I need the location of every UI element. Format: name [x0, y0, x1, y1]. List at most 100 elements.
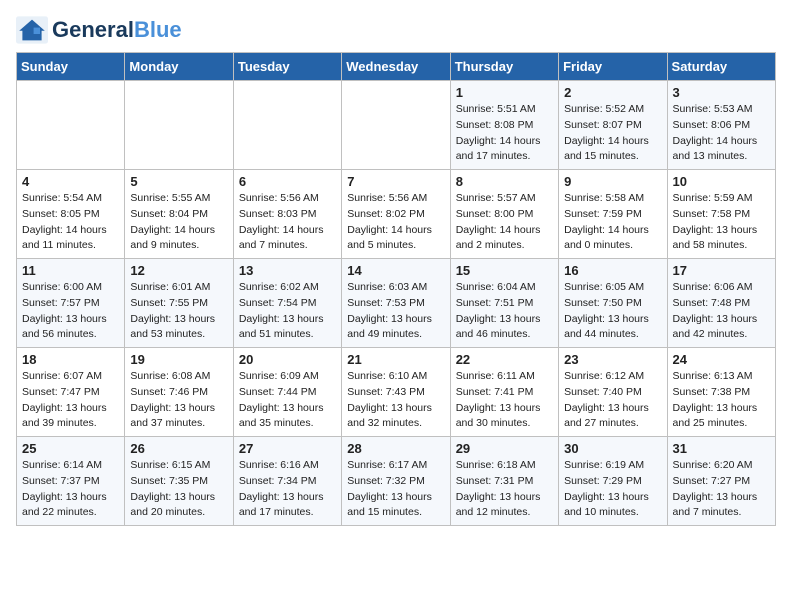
day-number: 20	[239, 352, 336, 367]
day-info: Sunrise: 5:59 AMSunset: 7:58 PMDaylight:…	[673, 191, 770, 254]
day-number: 26	[130, 441, 227, 456]
day-number: 17	[673, 263, 770, 278]
day-number: 6	[239, 174, 336, 189]
calendar-cell: 8 Sunrise: 5:57 AMSunset: 8:00 PMDayligh…	[450, 170, 558, 259]
day-info: Sunrise: 6:11 AMSunset: 7:41 PMDaylight:…	[456, 369, 553, 432]
day-info: Sunrise: 6:03 AMSunset: 7:53 PMDaylight:…	[347, 280, 444, 343]
day-info: Sunrise: 5:53 AMSunset: 8:06 PMDaylight:…	[673, 102, 770, 165]
day-number: 12	[130, 263, 227, 278]
calendar-week-row: 1 Sunrise: 5:51 AMSunset: 8:08 PMDayligh…	[17, 81, 776, 170]
day-number: 3	[673, 85, 770, 100]
day-info: Sunrise: 6:10 AMSunset: 7:43 PMDaylight:…	[347, 369, 444, 432]
calendar-cell: 18 Sunrise: 6:07 AMSunset: 7:47 PMDaylig…	[17, 348, 125, 437]
day-info: Sunrise: 5:51 AMSunset: 8:08 PMDaylight:…	[456, 102, 553, 165]
calendar-cell	[233, 81, 341, 170]
day-number: 5	[130, 174, 227, 189]
weekday-header-tuesday: Tuesday	[233, 53, 341, 81]
calendar-cell: 28 Sunrise: 6:17 AMSunset: 7:32 PMDaylig…	[342, 437, 450, 526]
day-info: Sunrise: 5:56 AMSunset: 8:03 PMDaylight:…	[239, 191, 336, 254]
calendar-cell: 10 Sunrise: 5:59 AMSunset: 7:58 PMDaylig…	[667, 170, 775, 259]
weekday-header-sunday: Sunday	[17, 53, 125, 81]
day-info: Sunrise: 6:16 AMSunset: 7:34 PMDaylight:…	[239, 458, 336, 521]
day-number: 2	[564, 85, 661, 100]
day-info: Sunrise: 6:02 AMSunset: 7:54 PMDaylight:…	[239, 280, 336, 343]
calendar-cell: 9 Sunrise: 5:58 AMSunset: 7:59 PMDayligh…	[559, 170, 667, 259]
weekday-header-saturday: Saturday	[667, 53, 775, 81]
day-info: Sunrise: 6:09 AMSunset: 7:44 PMDaylight:…	[239, 369, 336, 432]
calendar-cell: 1 Sunrise: 5:51 AMSunset: 8:08 PMDayligh…	[450, 81, 558, 170]
logo-icon	[16, 16, 48, 44]
weekday-header-wednesday: Wednesday	[342, 53, 450, 81]
calendar-cell: 13 Sunrise: 6:02 AMSunset: 7:54 PMDaylig…	[233, 259, 341, 348]
day-info: Sunrise: 6:00 AMSunset: 7:57 PMDaylight:…	[22, 280, 119, 343]
calendar-table: SundayMondayTuesdayWednesdayThursdayFrid…	[16, 52, 776, 526]
day-number: 11	[22, 263, 119, 278]
day-number: 19	[130, 352, 227, 367]
day-info: Sunrise: 6:05 AMSunset: 7:50 PMDaylight:…	[564, 280, 661, 343]
day-info: Sunrise: 5:55 AMSunset: 8:04 PMDaylight:…	[130, 191, 227, 254]
calendar-cell: 5 Sunrise: 5:55 AMSunset: 8:04 PMDayligh…	[125, 170, 233, 259]
day-number: 13	[239, 263, 336, 278]
calendar-cell: 16 Sunrise: 6:05 AMSunset: 7:50 PMDaylig…	[559, 259, 667, 348]
calendar-cell: 12 Sunrise: 6:01 AMSunset: 7:55 PMDaylig…	[125, 259, 233, 348]
calendar-cell: 6 Sunrise: 5:56 AMSunset: 8:03 PMDayligh…	[233, 170, 341, 259]
day-number: 24	[673, 352, 770, 367]
day-number: 1	[456, 85, 553, 100]
calendar-cell: 17 Sunrise: 6:06 AMSunset: 7:48 PMDaylig…	[667, 259, 775, 348]
day-info: Sunrise: 6:06 AMSunset: 7:48 PMDaylight:…	[673, 280, 770, 343]
calendar-cell: 19 Sunrise: 6:08 AMSunset: 7:46 PMDaylig…	[125, 348, 233, 437]
calendar-cell	[125, 81, 233, 170]
day-info: Sunrise: 6:07 AMSunset: 7:47 PMDaylight:…	[22, 369, 119, 432]
weekday-header-monday: Monday	[125, 53, 233, 81]
day-number: 8	[456, 174, 553, 189]
day-number: 31	[673, 441, 770, 456]
calendar-cell: 2 Sunrise: 5:52 AMSunset: 8:07 PMDayligh…	[559, 81, 667, 170]
day-info: Sunrise: 6:12 AMSunset: 7:40 PMDaylight:…	[564, 369, 661, 432]
calendar-cell: 27 Sunrise: 6:16 AMSunset: 7:34 PMDaylig…	[233, 437, 341, 526]
day-number: 14	[347, 263, 444, 278]
day-info: Sunrise: 6:20 AMSunset: 7:27 PMDaylight:…	[673, 458, 770, 521]
calendar-cell: 23 Sunrise: 6:12 AMSunset: 7:40 PMDaylig…	[559, 348, 667, 437]
day-info: Sunrise: 5:57 AMSunset: 8:00 PMDaylight:…	[456, 191, 553, 254]
day-number: 7	[347, 174, 444, 189]
day-number: 22	[456, 352, 553, 367]
calendar-cell: 31 Sunrise: 6:20 AMSunset: 7:27 PMDaylig…	[667, 437, 775, 526]
calendar-cell: 7 Sunrise: 5:56 AMSunset: 8:02 PMDayligh…	[342, 170, 450, 259]
day-info: Sunrise: 5:52 AMSunset: 8:07 PMDaylight:…	[564, 102, 661, 165]
day-number: 10	[673, 174, 770, 189]
calendar-cell: 3 Sunrise: 5:53 AMSunset: 8:06 PMDayligh…	[667, 81, 775, 170]
day-number: 21	[347, 352, 444, 367]
day-info: Sunrise: 6:08 AMSunset: 7:46 PMDaylight:…	[130, 369, 227, 432]
logo: GeneralBlue	[16, 16, 182, 44]
day-number: 4	[22, 174, 119, 189]
calendar-cell: 15 Sunrise: 6:04 AMSunset: 7:51 PMDaylig…	[450, 259, 558, 348]
day-info: Sunrise: 5:54 AMSunset: 8:05 PMDaylight:…	[22, 191, 119, 254]
day-info: Sunrise: 6:04 AMSunset: 7:51 PMDaylight:…	[456, 280, 553, 343]
logo-text: GeneralBlue	[52, 19, 182, 41]
calendar-cell: 26 Sunrise: 6:15 AMSunset: 7:35 PMDaylig…	[125, 437, 233, 526]
day-number: 28	[347, 441, 444, 456]
day-info: Sunrise: 6:15 AMSunset: 7:35 PMDaylight:…	[130, 458, 227, 521]
day-info: Sunrise: 6:17 AMSunset: 7:32 PMDaylight:…	[347, 458, 444, 521]
day-info: Sunrise: 6:13 AMSunset: 7:38 PMDaylight:…	[673, 369, 770, 432]
calendar-cell	[17, 81, 125, 170]
day-info: Sunrise: 6:18 AMSunset: 7:31 PMDaylight:…	[456, 458, 553, 521]
weekday-header-friday: Friday	[559, 53, 667, 81]
day-number: 27	[239, 441, 336, 456]
page-header: GeneralBlue	[16, 16, 776, 44]
calendar-cell: 21 Sunrise: 6:10 AMSunset: 7:43 PMDaylig…	[342, 348, 450, 437]
calendar-cell: 24 Sunrise: 6:13 AMSunset: 7:38 PMDaylig…	[667, 348, 775, 437]
calendar-header: SundayMondayTuesdayWednesdayThursdayFrid…	[17, 53, 776, 81]
calendar-cell: 11 Sunrise: 6:00 AMSunset: 7:57 PMDaylig…	[17, 259, 125, 348]
weekday-header-thursday: Thursday	[450, 53, 558, 81]
day-number: 30	[564, 441, 661, 456]
day-number: 29	[456, 441, 553, 456]
day-info: Sunrise: 5:58 AMSunset: 7:59 PMDaylight:…	[564, 191, 661, 254]
day-info: Sunrise: 6:14 AMSunset: 7:37 PMDaylight:…	[22, 458, 119, 521]
day-number: 15	[456, 263, 553, 278]
calendar-cell: 25 Sunrise: 6:14 AMSunset: 7:37 PMDaylig…	[17, 437, 125, 526]
day-number: 23	[564, 352, 661, 367]
calendar-week-row: 18 Sunrise: 6:07 AMSunset: 7:47 PMDaylig…	[17, 348, 776, 437]
day-number: 25	[22, 441, 119, 456]
day-number: 9	[564, 174, 661, 189]
